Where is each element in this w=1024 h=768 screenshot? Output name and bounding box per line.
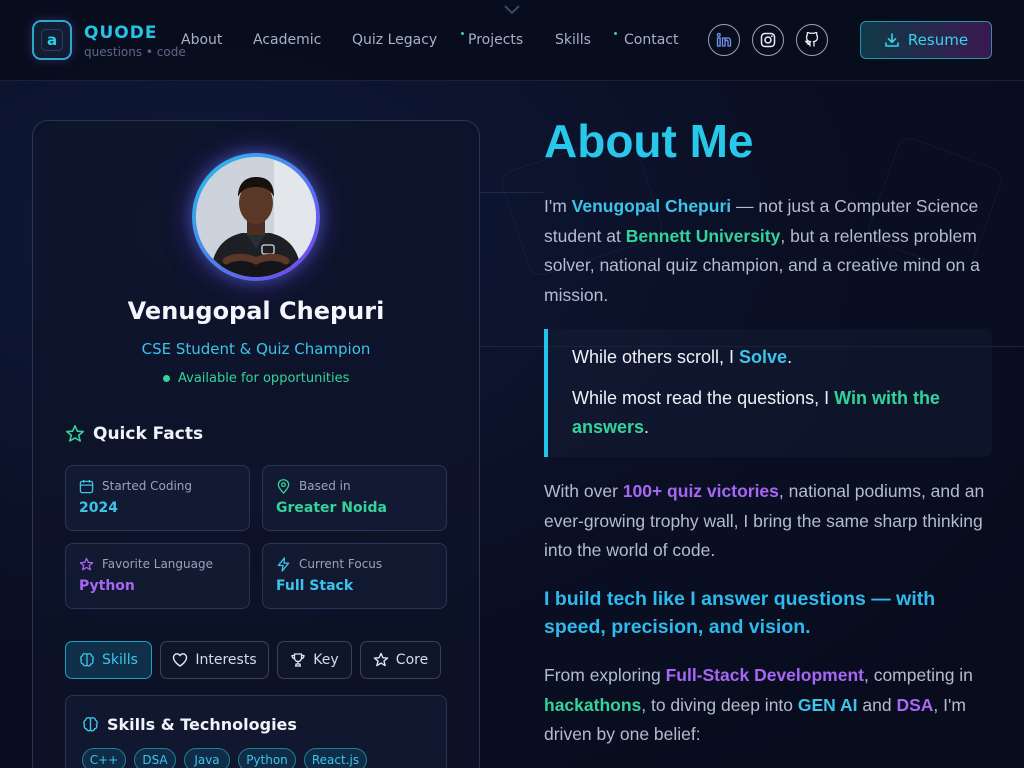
highlight-university: Bennett University xyxy=(625,225,781,246)
highlight-hackathons: hackathons xyxy=(544,694,642,715)
trophy-icon xyxy=(291,653,305,667)
status-dot xyxy=(163,375,170,382)
github-link[interactable] xyxy=(796,24,828,56)
text-fragment: While others scroll, I xyxy=(572,347,740,367)
nav-academic[interactable]: Academic xyxy=(253,32,321,48)
github-icon xyxy=(805,32,819,47)
logo-mark: a xyxy=(41,29,63,51)
tab-key[interactable]: Key xyxy=(277,641,352,679)
skill-chip: Python xyxy=(238,748,296,768)
heart-icon xyxy=(173,653,188,667)
text-fragment: . xyxy=(644,417,650,437)
star-icon xyxy=(65,424,85,442)
text-fragment: and xyxy=(857,694,897,715)
fact-current-focus: Current Focus Full Stack xyxy=(262,543,447,609)
about-achievements-paragraph: With over 100+ quiz victories, national … xyxy=(544,477,992,566)
skill-chip: DSA xyxy=(134,748,176,768)
map-pin-icon xyxy=(277,479,290,494)
availability-status: Available for opportunities xyxy=(163,371,349,386)
brand-name[interactable]: QUODE xyxy=(84,23,157,43)
download-icon xyxy=(885,33,899,47)
linkedin-link[interactable] xyxy=(708,24,740,56)
profile-name: Venugopal Chepuri xyxy=(127,297,385,325)
nav-contact[interactable]: Contact xyxy=(624,32,678,48)
text-fragment: , to diving deep into xyxy=(641,694,798,715)
instagram-link[interactable] xyxy=(752,24,784,56)
highlight-solve: Solve xyxy=(739,347,788,367)
tab-key-label: Key xyxy=(313,652,339,668)
motto-quote: While others scroll, I Solve. While most… xyxy=(544,329,992,457)
tab-skills-label: Skills xyxy=(102,652,138,668)
fact-value: 2024 xyxy=(79,500,118,516)
fact-label: Based in xyxy=(299,479,351,493)
chevron-down-icon[interactable] xyxy=(503,4,521,16)
highlight-gen-ai: GEN AI xyxy=(797,694,858,715)
brain-icon xyxy=(80,653,94,667)
site-header: a QUODE questions • code About Academic … xyxy=(0,0,1024,81)
tab-core[interactable]: Core xyxy=(360,641,441,679)
star-icon xyxy=(373,652,389,667)
fact-value: Python xyxy=(79,578,135,594)
resume-button[interactable]: Resume xyxy=(860,21,992,59)
about-heading: About Me xyxy=(544,115,754,167)
quote-line-2: While most read the questions, I Win wit… xyxy=(572,384,982,442)
about-intro-paragraph: I'm Venugopal Chepuri — not just a Compu… xyxy=(544,192,992,310)
profile-photo-illustration xyxy=(196,157,316,277)
skill-chip: Java xyxy=(184,748,230,768)
skill-chip: C++ xyxy=(82,748,126,768)
text-fragment: I'm xyxy=(544,196,572,216)
fact-value: Full Stack xyxy=(276,578,354,594)
fact-label: Started Coding xyxy=(102,479,193,493)
text-fragment: . xyxy=(787,347,793,367)
about-tagline: I build tech like I answer questions — w… xyxy=(544,588,936,638)
skills-title: Skills & Technologies xyxy=(107,715,297,734)
resume-button-label: Resume xyxy=(907,31,969,49)
quick-facts-title: Quick Facts xyxy=(93,424,204,444)
nav-indicator-dot xyxy=(614,32,617,35)
availability-text: Available for opportunities xyxy=(178,371,350,386)
nav-indicator-dot xyxy=(461,32,464,35)
star-icon xyxy=(79,557,94,571)
calendar-icon xyxy=(79,479,94,494)
highlight-dsa: DSA xyxy=(896,694,934,715)
logo[interactable]: a xyxy=(32,20,72,60)
instagram-icon xyxy=(760,32,776,48)
brand-tagline: questions • code xyxy=(84,45,186,59)
fact-favorite-language: Favorite Language Python xyxy=(65,543,250,609)
quick-facts-heading: Quick Facts xyxy=(65,424,203,444)
linkedin-icon xyxy=(716,32,732,47)
background-line xyxy=(480,192,544,193)
tab-core-label: Core xyxy=(395,652,429,668)
fact-label: Current Focus xyxy=(299,557,383,571)
tab-interests-label: Interests xyxy=(195,652,257,668)
fact-based-in: Based in Greater Noida xyxy=(262,465,447,531)
quote-line-1: While others scroll, I Solve. xyxy=(572,347,792,368)
brain-icon xyxy=(83,717,98,732)
nav-projects[interactable]: Projects xyxy=(468,32,523,48)
text-fragment: From exploring xyxy=(544,665,666,685)
fact-label: Favorite Language xyxy=(102,557,213,571)
fact-started-coding: Started Coding 2024 xyxy=(65,465,250,531)
nav-about[interactable]: About xyxy=(181,32,222,48)
profile-photo xyxy=(196,157,316,277)
avatar xyxy=(192,153,320,281)
fact-value: Greater Noida xyxy=(276,500,387,516)
bolt-icon xyxy=(277,557,290,572)
tab-interests[interactable]: Interests xyxy=(160,641,269,679)
skills-heading: Skills & Technologies xyxy=(82,715,297,734)
highlight-full-stack: Full-Stack Development xyxy=(665,665,864,685)
highlight-name: Venugopal Chepuri xyxy=(571,196,732,216)
profile-role: CSE Student & Quiz Champion xyxy=(141,340,371,358)
about-interests-paragraph: From exploring Full-Stack Development, c… xyxy=(544,661,992,750)
text-fragment: While most read the questions, I xyxy=(572,388,835,408)
nav-skills[interactable]: Skills xyxy=(555,32,591,48)
text-fragment: , competing in xyxy=(863,665,973,685)
skill-chip: React.js xyxy=(304,748,367,768)
tab-skills[interactable]: Skills xyxy=(65,641,152,679)
highlight-quiz-victories: 100+ quiz victories xyxy=(622,481,779,501)
text-fragment: With over xyxy=(544,481,623,501)
skills-panel: Skills & Technologies C++ DSA Java Pytho… xyxy=(65,695,447,768)
nav-quiz-legacy[interactable]: Quiz Legacy xyxy=(352,32,437,48)
